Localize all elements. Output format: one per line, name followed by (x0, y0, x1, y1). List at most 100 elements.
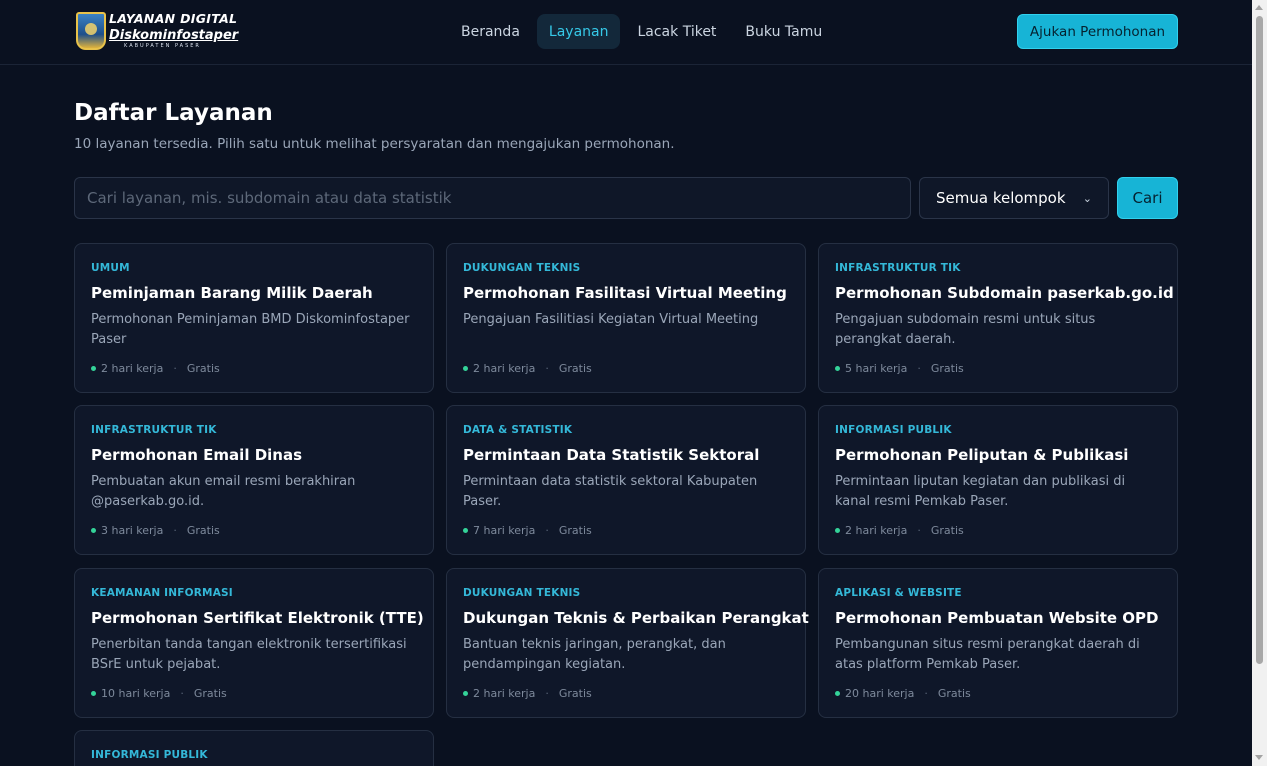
status-dot-icon (835, 691, 840, 696)
card-meta: 10 hari kerja · Gratis (91, 687, 227, 700)
meta-separator: · (173, 362, 177, 375)
meta-separator: · (545, 687, 549, 700)
card-duration: 10 hari kerja (101, 687, 171, 700)
card-meta: 2 hari kerja · Gratis (91, 362, 220, 375)
meta-separator: · (917, 524, 921, 537)
page-title: Daftar Layanan (74, 100, 273, 126)
meta-separator: · (924, 687, 928, 700)
status-dot-icon (91, 366, 96, 371)
card-price: Gratis (937, 687, 971, 700)
card-meta: 20 hari kerja · Gratis (835, 687, 971, 700)
service-card[interactable]: APLIKASI & WEBSITE Permohonan Pembuatan … (818, 568, 1178, 718)
card-description: Penerbitan tanda tangan elektronik terse… (91, 637, 407, 672)
card-category: DATA & STATISTIK (463, 424, 573, 436)
meta-separator: · (545, 362, 549, 375)
card-meta: 2 hari kerja · Gratis (463, 362, 592, 375)
site-logo[interactable]: LAYANAN DIGITAL Diskominfostaper KABUPAT… (76, 12, 238, 50)
card-title: Permohonan Sertifikat Elektronik (TTE) (91, 609, 424, 627)
card-duration: 7 hari kerja (473, 524, 536, 537)
card-duration: 5 hari kerja (845, 362, 908, 375)
card-description: Permintaan data statistik sektoral Kabup… (463, 474, 758, 509)
card-description: Pembangunan situs resmi perangkat daerah… (835, 637, 1140, 672)
card-title: Permohonan Fasilitasi Virtual Meeting (463, 284, 787, 302)
card-category: KEAMANAN INFORMASI (91, 587, 233, 599)
card-price: Gratis (930, 362, 964, 375)
service-card[interactable]: UMUM Peminjaman Barang Milik Daerah Perm… (74, 243, 434, 393)
page-scrollbar[interactable] (1252, 0, 1267, 766)
card-duration: 2 hari kerja (101, 362, 164, 375)
card-category: DUKUNGAN TEKNIS (463, 587, 581, 599)
status-dot-icon (91, 528, 96, 533)
logo-caption: KABUPATEN PASER (124, 43, 201, 50)
service-card[interactable]: DATA & STATISTIK Permintaan Data Statist… (446, 405, 806, 555)
service-card[interactable]: DUKUNGAN TEKNIS Dukungan Teknis & Perbai… (446, 568, 809, 718)
card-duration: 20 hari kerja (845, 687, 915, 700)
card-category: APLIKASI & WEBSITE (835, 587, 962, 599)
card-duration: 2 hari kerja (473, 687, 536, 700)
card-meta: 5 hari kerja · Gratis (835, 362, 964, 375)
card-category: INFRASTRUKTUR TIK (835, 262, 961, 274)
card-title: Permohonan Pembuatan Website OPD (835, 609, 1159, 627)
card-title: Peminjaman Barang Milik Daerah (91, 284, 373, 302)
card-duration: 2 hari kerja (845, 524, 908, 537)
card-category: INFRASTRUKTUR TIK (91, 424, 217, 436)
site-header: LAYANAN DIGITAL Diskominfostaper KABUPAT… (0, 0, 1252, 65)
card-price: Gratis (558, 687, 592, 700)
card-duration: 2 hari kerja (473, 362, 536, 375)
scroll-up-arrow-icon[interactable] (1255, 5, 1263, 10)
card-duration: 3 hari kerja (101, 524, 164, 537)
card-meta: 3 hari kerja · Gratis (91, 524, 220, 537)
nav-layanan[interactable]: Layanan (536, 14, 621, 49)
card-description: Pengajuan Fasilitiasi Kegiatan Virtual M… (463, 312, 759, 327)
service-card[interactable]: INFRASTRUKTUR TIK Permohonan Subdomain p… (818, 243, 1178, 393)
chevron-down-icon: ⌄ (1082, 191, 1092, 205)
nav-beranda[interactable]: Beranda (449, 14, 532, 49)
card-title: Permintaan Data Statistik Sektoral (463, 446, 760, 464)
search-button[interactable]: Cari (1117, 177, 1178, 219)
card-category: INFORMASI PUBLIK (91, 749, 208, 761)
card-description: Bantuan teknis jaringan, perangkat, dan … (463, 637, 726, 672)
nav-buku-tamu[interactable]: Buku Tamu (733, 14, 834, 49)
service-card[interactable]: INFORMASI PUBLIK Permohonan Peliputan & … (818, 405, 1178, 555)
card-price: Gratis (186, 362, 220, 375)
service-search-input[interactable] (74, 177, 911, 219)
card-category: INFORMASI PUBLIK (835, 424, 952, 436)
status-dot-icon (463, 528, 468, 533)
group-filter-select[interactable]: Semua kelompok ⌄ (919, 177, 1109, 219)
card-price: Gratis (193, 687, 227, 700)
submit-request-button[interactable]: Ajukan Permohonan (1017, 14, 1178, 49)
service-card[interactable]: KEAMANAN INFORMASI Permohonan Sertifikat… (74, 568, 434, 718)
scroll-down-arrow-icon[interactable] (1255, 755, 1263, 760)
main-nav: Beranda Layanan Lacak Tiket Buku Tamu (449, 14, 834, 49)
card-meta: 7 hari kerja · Gratis (463, 524, 592, 537)
status-dot-icon (463, 366, 468, 371)
meta-separator: · (180, 687, 184, 700)
nav-lacak-tiket[interactable]: Lacak Tiket (625, 14, 728, 49)
card-meta: 2 hari kerja · Gratis (835, 524, 964, 537)
card-title: Dukungan Teknis & Perbaikan Perangkat (463, 609, 809, 627)
status-dot-icon (835, 366, 840, 371)
card-description: Permohonan Peminjaman BMD Diskominfostap… (91, 312, 410, 347)
service-card[interactable]: INFRASTRUKTUR TIK Permohonan Email Dinas… (74, 405, 434, 555)
service-card[interactable]: INFORMASI PUBLIK (74, 730, 434, 766)
service-card[interactable]: DUKUNGAN TEKNIS Permohonan Fasilitasi Vi… (446, 243, 806, 393)
meta-separator: · (545, 524, 549, 537)
card-meta: 2 hari kerja · Gratis (463, 687, 592, 700)
card-category: UMUM (91, 262, 130, 274)
logo-subtitle: Diskominfostaper (109, 28, 239, 44)
scroll-thumb[interactable] (1256, 16, 1263, 664)
card-title: Permohonan Subdomain paserkab.go.id (835, 284, 1174, 302)
meta-separator: · (173, 524, 177, 537)
page-subtitle: 10 layanan tersedia. Pilih satu untuk me… (74, 136, 675, 152)
card-description: Pengajuan subdomain resmi untuk situs pe… (835, 312, 1096, 347)
regency-emblem-icon (76, 12, 106, 50)
card-price: Gratis (558, 524, 592, 537)
card-price: Gratis (186, 524, 220, 537)
group-filter-value: Semua kelompok (936, 189, 1066, 207)
card-category: DUKUNGAN TEKNIS (463, 262, 581, 274)
meta-separator: · (917, 362, 921, 375)
card-price: Gratis (558, 362, 592, 375)
card-title: Permohonan Email Dinas (91, 446, 303, 464)
card-description: Pembuatan akun email resmi berakhiran @p… (91, 474, 356, 509)
card-title: Permohonan Peliputan & Publikasi (835, 446, 1129, 464)
